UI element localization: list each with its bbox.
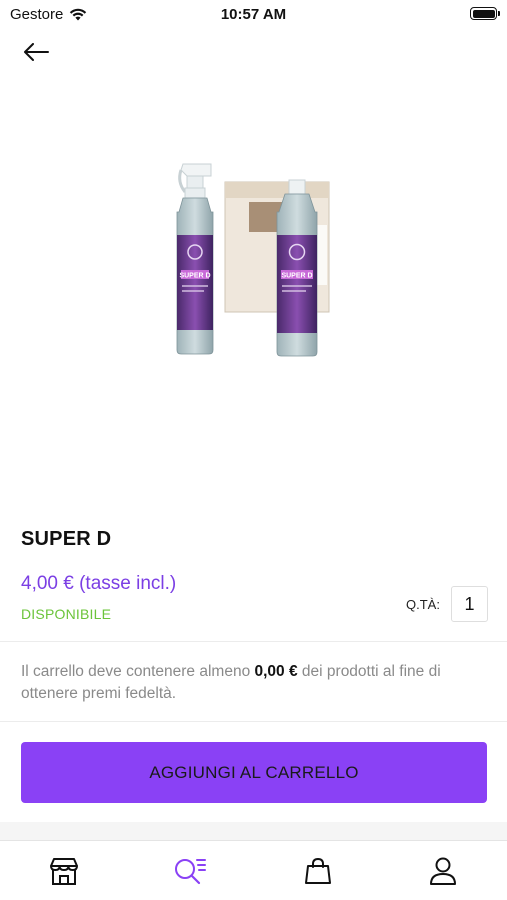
tab-bar — [0, 840, 507, 900]
divider — [0, 641, 507, 642]
svg-text:SUPER D: SUPER D — [281, 273, 312, 280]
add-to-cart-button[interactable]: AGGIUNGI AL CARRELLO — [21, 742, 487, 803]
arrow-left-icon — [24, 43, 49, 61]
loyalty-amount: 0,00 € — [254, 663, 298, 680]
quantity-input[interactable]: 1 — [451, 586, 488, 622]
availability-status: DISPONIBILE — [21, 606, 112, 622]
quantity-label: Q.TÀ: — [406, 597, 440, 612]
back-button[interactable] — [18, 38, 54, 66]
product-title: SUPER D — [21, 528, 112, 550]
clock: 10:57 AM — [220, 6, 287, 23]
search-list-icon — [175, 859, 206, 885]
svg-text:SUPER D: SUPER D — [179, 273, 210, 280]
store-icon — [50, 858, 78, 885]
status-bar: Gestore 10:57 AM — [0, 0, 507, 30]
tab-account[interactable] — [425, 853, 461, 889]
section-separator — [0, 822, 507, 840]
product-image: SUPER D SUPER D — [176, 163, 330, 357]
loyalty-prefix: Il carrello deve contenere almeno — [21, 663, 255, 680]
shopping-bag-icon — [305, 857, 331, 884]
user-icon — [430, 857, 456, 885]
divider — [0, 721, 507, 722]
tab-store[interactable] — [46, 853, 82, 889]
battery-icon — [470, 7, 500, 20]
tab-cart[interactable] — [300, 853, 336, 889]
loyalty-message: Il carrello deve contenere almeno 0,00 €… — [21, 661, 481, 705]
product-price: 4,00 € (tasse incl.) — [21, 573, 177, 594]
tab-search[interactable] — [172, 853, 208, 889]
